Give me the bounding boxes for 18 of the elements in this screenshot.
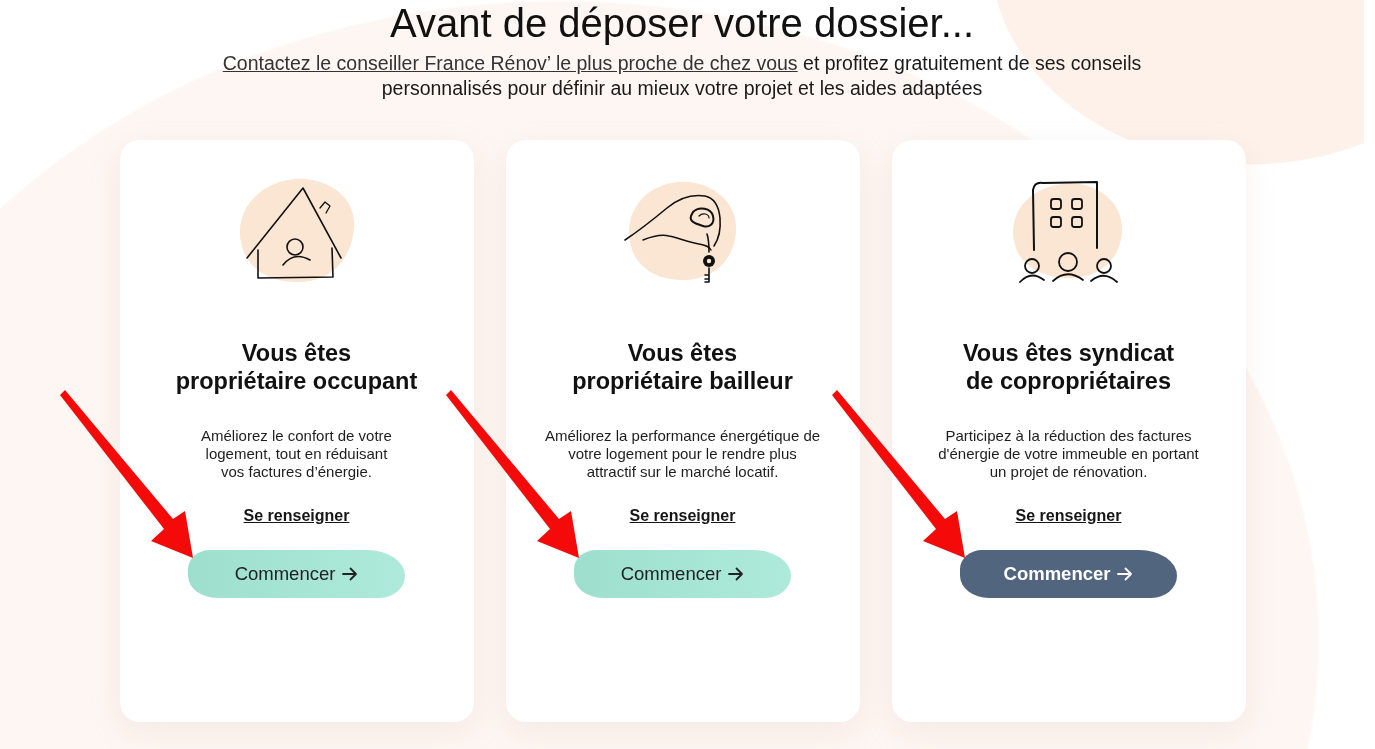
info-link[interactable]: Se renseigner <box>1015 506 1122 525</box>
info-link[interactable]: Se renseigner <box>629 506 736 525</box>
info-link[interactable]: Se renseigner <box>243 506 350 525</box>
card-title: Vous êtes propriétaire bailleur <box>572 339 793 395</box>
arrow-right-icon <box>728 567 745 581</box>
advisor-link[interactable]: Contactez le conseiller France Rénov’ le plus proche de chez vous <box>222 52 798 74</box>
card-title: Vous êtes syndicat de copropriétaires <box>962 339 1175 395</box>
arrow-right-icon <box>1117 567 1134 581</box>
card-description: Améliorez la performance énergétique de votre logement pour le rendre plus attractif sur le marché locatif. <box>544 427 821 481</box>
start-button[interactable]: Commencer <box>574 550 791 598</box>
card-description: Participez à la réduction des factures d'énergie de votre immeuble en portant un projet de rénovation. <box>938 427 1199 481</box>
intro-text: Contactez le conseiller France Rénov’ le plus proche de chez vous et profitez gratuitement de ses conseils personnalisés pour définir au mieux votre projet et les aides adaptées <box>221 51 1143 101</box>
page-heading: Avant de déposer votre dossier... <box>388 0 976 46</box>
start-button[interactable]: Commencer <box>960 550 1177 598</box>
card-title: Vous êtes propriétaire occupant <box>175 339 418 395</box>
card-description: Améliorez le confort de votre logement, tout en réduisant vos factures d’énergie. <box>201 427 392 481</box>
start-button[interactable]: Commencer <box>188 550 405 598</box>
arrow-right-icon <box>342 567 359 581</box>
